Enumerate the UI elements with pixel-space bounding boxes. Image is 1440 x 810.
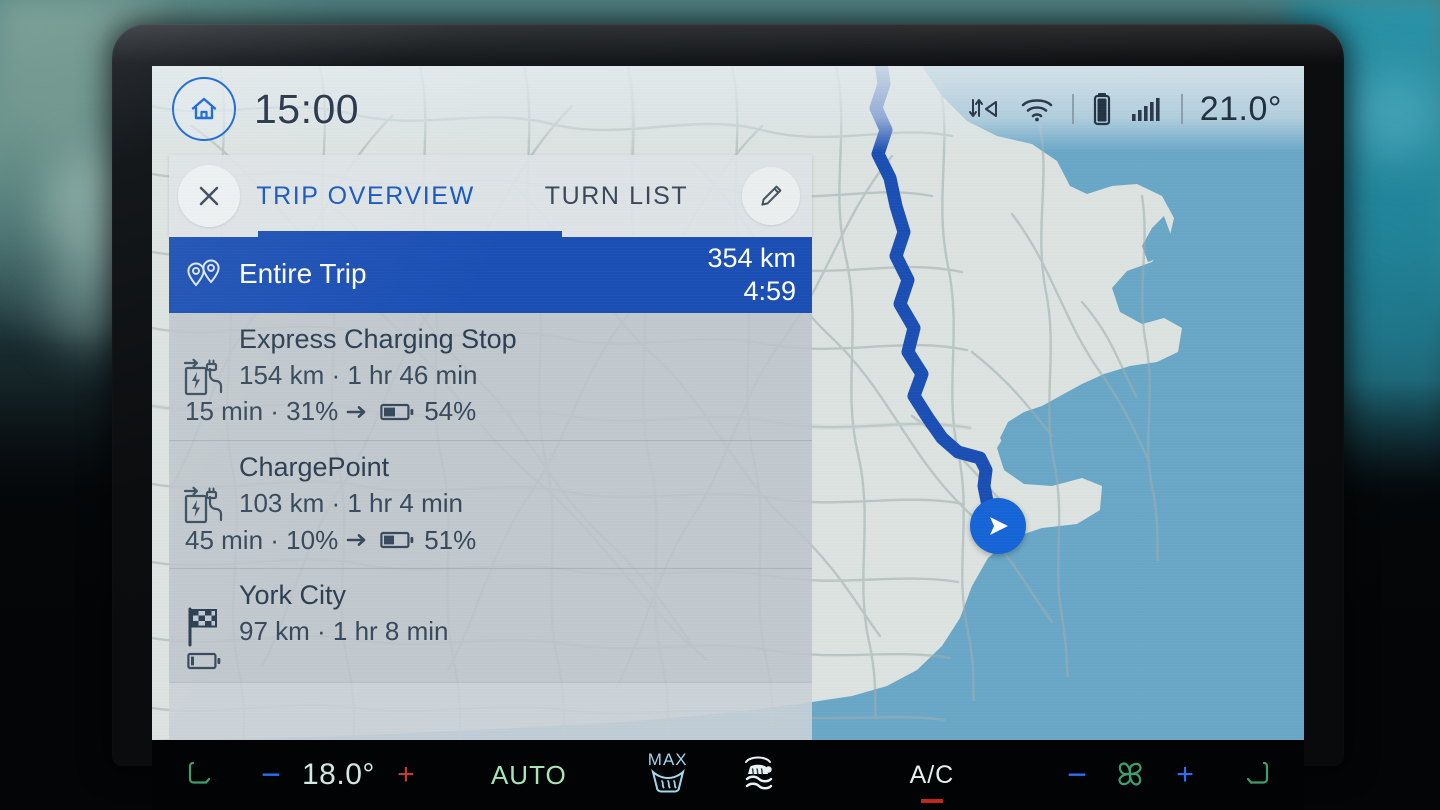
status-divider-2 (1180, 94, 1183, 124)
stop-battery-line (187, 651, 812, 671)
home-button[interactable] (172, 77, 236, 141)
clock: 15:00 (254, 85, 360, 132)
ac-active-indicator (920, 798, 943, 803)
passenger-seat-heater-button[interactable] (1210, 755, 1304, 795)
stop-title: Express Charging Stop (239, 324, 517, 354)
ac-button[interactable]: A/C (811, 761, 1054, 803)
row-text-block: Express Charging Stop 154 km · 1 hr 46 m… (185, 313, 812, 440)
row-text-block: York City 97 km · 1 hr 8 min (187, 569, 812, 681)
wifi-icon (1021, 99, 1053, 122)
trip-distance: 354 km (707, 243, 796, 274)
signal-bars-icon (1131, 98, 1160, 121)
driver-seat-heater-button[interactable] (152, 755, 247, 795)
trip-totals: 354 km 4:59 (707, 242, 812, 308)
battery-half-icon (380, 403, 414, 420)
close-icon (199, 186, 219, 206)
rear-defrost-button[interactable] (707, 752, 810, 798)
seat-heater-right-icon (1247, 761, 1269, 784)
seat-heater-left-icon (188, 761, 210, 784)
edit-route-button[interactable] (742, 167, 800, 225)
fan-decrease-button[interactable]: − (1053, 756, 1101, 795)
rear-defrost-icon (744, 756, 773, 790)
minus-icon: − (261, 755, 281, 794)
driver-temp-increase-button[interactable]: + (382, 758, 430, 792)
fan-increase-button[interactable]: + (1160, 758, 1211, 792)
arrow-right-icon (346, 534, 366, 546)
status-divider-1 (1071, 94, 1074, 124)
stop-detail: 154 km · 1 hr 46 min (239, 359, 478, 390)
background-bokeh-3 (1350, 70, 1440, 160)
ev-charging-station-icon (169, 482, 239, 528)
checkered-flag-icon (169, 603, 239, 649)
driver-temperature-value: 18.0° (302, 758, 375, 791)
max-defrost-button[interactable]: MAX (628, 750, 707, 798)
data-transfer-icon (968, 99, 997, 117)
arrow-right-icon (346, 405, 366, 418)
charge-result: 51% (424, 524, 477, 555)
tab-trip-overview[interactable]: TRIP OVERVIEW (240, 155, 491, 237)
auto-climate-button[interactable]: AUTO (430, 760, 628, 791)
stop-title: ChargePoint (239, 452, 390, 483)
ev-charging-station-icon (169, 354, 239, 400)
plus-icon: + (397, 758, 415, 791)
table-row[interactable]: York City 97 km · 1 hr 8 min (169, 569, 812, 681)
infotainment-screen: 15:00 21.0° TRIP OVERVIEW TURN LIST Enti… (152, 66, 1304, 740)
home-icon (191, 97, 217, 120)
trip-duration: 4:59 (743, 276, 796, 306)
driver-temp-decrease-button[interactable]: − (247, 756, 295, 795)
trip-stop-list: Entire Trip 354 km 4:59 Express Charging… (169, 237, 812, 682)
battery-half-icon (380, 531, 414, 549)
stop-title: Entire Trip (239, 258, 367, 290)
panel-footer-spacer (169, 681, 812, 740)
stop-detail: 97 km · 1 hr 8 min (239, 615, 449, 646)
panel-tab-bar: TRIP OVERVIEW TURN LIST (169, 155, 812, 237)
battery-low-icon (187, 652, 221, 669)
minus-icon: − (1067, 755, 1088, 794)
table-row[interactable]: Entire Trip 354 km 4:59 (169, 237, 812, 313)
table-row[interactable]: Express Charging Stop 154 km · 1 hr 46 m… (169, 313, 812, 442)
charge-time: 45 min · 10% (185, 524, 339, 555)
status-bar: 15:00 21.0° (152, 66, 1304, 152)
fan-speed-indicator[interactable] (1101, 754, 1160, 796)
climate-control-bar: − 18.0° + AUTO MAX A/C − + (152, 740, 1304, 810)
charge-result: 54% (424, 396, 477, 427)
map-pins-icon (169, 258, 239, 292)
fan-icon (1118, 762, 1142, 786)
exterior-temperature: 21.0° (1199, 89, 1282, 128)
stop-detail: 103 km · 1 hr 4 min (239, 487, 463, 518)
bezel-highlight (112, 24, 1344, 64)
vehicle-position-arrow-icon (970, 498, 1026, 554)
plus-icon: + (1176, 758, 1194, 791)
stop-title: York City (239, 580, 347, 611)
max-label: MAX (647, 750, 688, 769)
battery-icon (1093, 93, 1110, 126)
trip-overview-panel: TRIP OVERVIEW TURN LIST Entire Trip 354 … (169, 155, 812, 740)
row-text-block: Entire Trip (239, 247, 707, 303)
table-row[interactable]: ChargePoint 103 km · 1 hr 4 min 45 min ·… (169, 441, 812, 570)
charge-time: 15 min · 31% (185, 396, 339, 427)
tab-turn-list[interactable]: TURN LIST (491, 155, 742, 237)
pencil-icon (761, 185, 782, 206)
stop-charge-line: 15 min · 31% 54% (185, 394, 812, 429)
close-button[interactable] (178, 165, 240, 227)
status-icons-group: 21.0° (968, 90, 1282, 129)
stop-charge-line: 45 min · 10% 51% (185, 523, 812, 558)
row-text-block: ChargePoint 103 km · 1 hr 4 min 45 min ·… (185, 441, 812, 568)
